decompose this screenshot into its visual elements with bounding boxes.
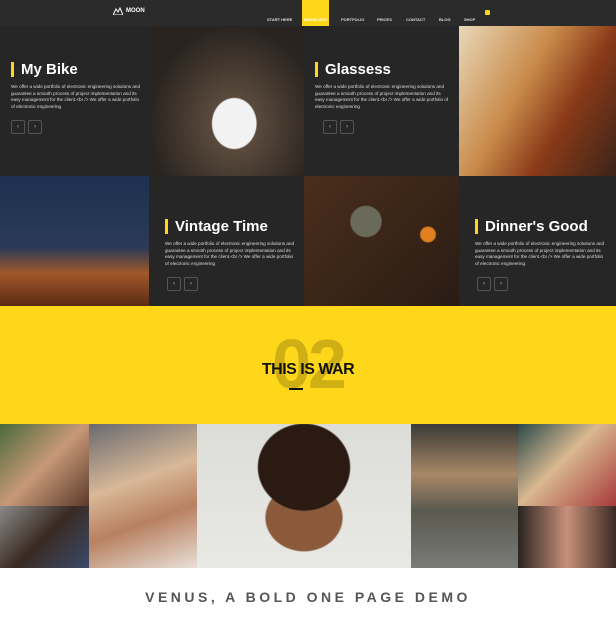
footer-caption: VENUS, A BOLD ONE PAGE DEMO <box>145 589 471 605</box>
next-button[interactable]: › <box>340 120 354 134</box>
section-title: THIS IS WAR <box>261 361 355 378</box>
tile-vintage-time: Vintage Time We offer a wide portfolio o… <box>149 176 304 306</box>
portrait-photo <box>197 424 411 568</box>
tile-dinners-good: Dinner's Good We offer a wide portfolio … <box>459 176 616 306</box>
next-button[interactable]: › <box>494 277 508 291</box>
portrait-photo <box>411 424 518 568</box>
prev-button[interactable]: ‹ <box>11 120 25 134</box>
food-photo <box>304 176 459 306</box>
portrait-photo <box>0 424 89 506</box>
header: MOON START HERE SHOWCASE PORTFOLIO PRICE… <box>0 0 616 26</box>
nav-prices[interactable]: PRICES <box>377 0 392 26</box>
tile-title: Glassess <box>315 62 391 77</box>
section-banner: 02 THIS IS WAR <box>0 306 616 424</box>
portrait-photo <box>89 424 197 568</box>
nav-blog[interactable]: BLOG <box>439 0 451 26</box>
tile-glassess: Glassess We offer a wide portfolio of el… <box>304 26 459 176</box>
tile-my-bike: My Bike We offer a wide portfolio of ele… <box>0 26 149 176</box>
hair-photo <box>459 26 616 176</box>
tile-desc: We offer a wide portfolio of electronic … <box>315 84 449 110</box>
prev-button[interactable]: ‹ <box>477 277 491 291</box>
coffee-photo <box>149 26 304 176</box>
tile-desc: We offer a wide portfolio of electronic … <box>475 241 605 267</box>
prev-button[interactable]: ‹ <box>323 120 337 134</box>
nav-shop[interactable]: SHOP <box>464 0 475 26</box>
logo[interactable]: MOON <box>113 7 145 15</box>
cart-icon[interactable] <box>485 10 490 15</box>
nav-showcase[interactable]: SHOWCASE <box>302 0 329 26</box>
portrait-photo <box>518 506 616 568</box>
next-button[interactable]: › <box>28 120 42 134</box>
legs-photo <box>0 176 149 306</box>
portrait-photo <box>0 506 89 568</box>
mountain-logo-icon <box>113 7 123 15</box>
tile-title: Vintage Time <box>165 219 268 234</box>
tile-desc: We offer a wide portfolio of electronic … <box>11 84 141 110</box>
nav-start-here[interactable]: START HERE <box>267 0 292 26</box>
tile-desc: We offer a wide portfolio of electronic … <box>165 241 295 267</box>
nav-portfolio[interactable]: PORTFOLIO <box>341 0 364 26</box>
prev-button[interactable]: ‹ <box>167 277 181 291</box>
tile-title: Dinner's Good <box>475 219 588 234</box>
nav-contact[interactable]: CONTACT <box>406 0 425 26</box>
tile-title: My Bike <box>11 62 78 77</box>
portrait-photo <box>518 424 616 506</box>
next-button[interactable]: › <box>184 277 198 291</box>
title-underline <box>289 388 303 390</box>
